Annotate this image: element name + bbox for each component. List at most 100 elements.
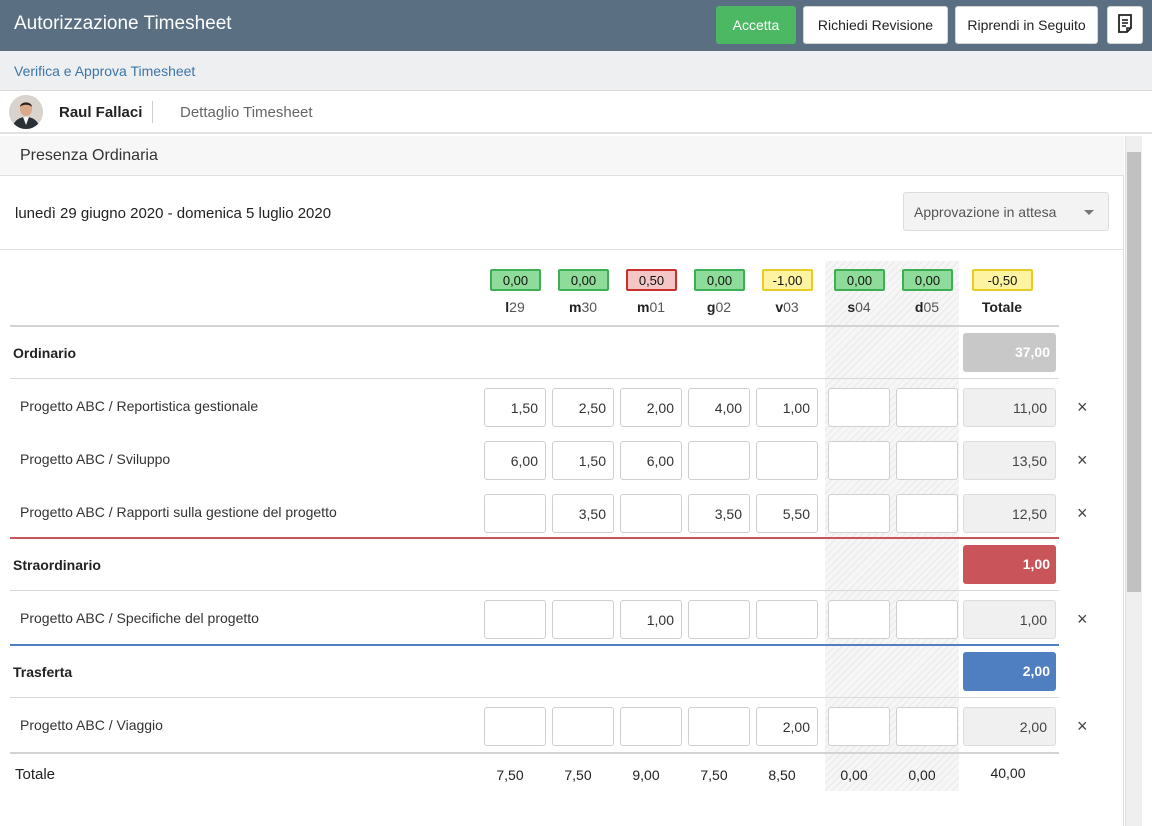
day-total: 9,00 xyxy=(632,767,660,783)
hours-input[interactable] xyxy=(688,441,750,480)
day-header: l29 xyxy=(485,299,545,315)
hours-input[interactable]: 1,50 xyxy=(552,441,614,480)
hours-input[interactable]: 6,00 xyxy=(620,441,682,480)
status-select-value: Approvazione in attesa xyxy=(914,204,1057,220)
category-divider xyxy=(10,537,1059,539)
category-total: 37,00 xyxy=(963,333,1056,372)
hours-input[interactable] xyxy=(688,707,750,746)
day-number: 29 xyxy=(509,299,525,315)
category-divider xyxy=(10,644,1059,646)
breadcrumb-link[interactable]: Verifica e Approva Timesheet xyxy=(14,63,195,79)
scrollbar-thumb[interactable] xyxy=(1127,152,1141,592)
hours-input[interactable] xyxy=(896,388,958,427)
grand-total: 40,00 xyxy=(990,765,1026,781)
hours-input[interactable] xyxy=(896,600,958,639)
hours-input[interactable] xyxy=(552,707,614,746)
hours-input[interactable] xyxy=(828,600,890,639)
hours-input[interactable]: 2,00 xyxy=(620,388,682,427)
resume-later-button[interactable]: Riprendi in Seguito xyxy=(955,6,1098,44)
day-number: 02 xyxy=(715,299,732,315)
row-total: 12,50 xyxy=(963,494,1056,533)
hours-input[interactable] xyxy=(828,707,890,746)
day-header: m30 xyxy=(553,299,613,315)
hours-input[interactable]: 3,50 xyxy=(688,494,750,533)
accept-button[interactable]: Accetta xyxy=(716,6,796,44)
hours-input[interactable] xyxy=(896,441,958,480)
tab-timesheet-detail[interactable]: Dettaglio Timesheet xyxy=(180,104,313,121)
delete-row-icon[interactable]: × xyxy=(1077,609,1088,630)
hours-input[interactable]: 1,00 xyxy=(620,600,682,639)
status-select[interactable]: Approvazione in attesa xyxy=(903,192,1109,231)
document-button[interactable] xyxy=(1107,6,1143,44)
category-total: 2,00 xyxy=(963,652,1056,691)
project-label: Progetto ABC / Rapporti sulla gestione d… xyxy=(20,504,337,520)
hours-input[interactable]: 2,00 xyxy=(756,707,818,746)
day-number: 30 xyxy=(581,299,598,315)
day-number: 01 xyxy=(649,299,666,315)
chevron-down-icon xyxy=(1084,210,1094,215)
request-review-button[interactable]: Richiedi Revisione xyxy=(803,6,948,44)
hours-input[interactable]: 4,00 xyxy=(688,388,750,427)
timesheet-panel: Presenza Ordinaria lunedì 29 giugno 2020… xyxy=(0,136,1124,826)
avatar xyxy=(9,95,43,129)
delete-row-icon[interactable]: × xyxy=(1077,716,1088,737)
day-balance-badge: 0,00 xyxy=(490,269,541,291)
hours-input[interactable] xyxy=(828,441,890,480)
day-number: 04 xyxy=(855,299,871,315)
hours-input[interactable]: 6,00 xyxy=(484,441,546,480)
hours-input[interactable] xyxy=(688,600,750,639)
footer-divider xyxy=(10,752,1059,754)
hours-input[interactable]: 1,00 xyxy=(756,388,818,427)
hours-input[interactable] xyxy=(484,600,546,639)
user-bar: Raul Fallaci Dettaglio Timesheet xyxy=(0,92,1152,134)
day-total: 8,50 xyxy=(768,767,796,783)
day-total: 7,50 xyxy=(700,767,728,783)
day-header: s04 xyxy=(829,299,889,315)
delete-row-icon[interactable]: × xyxy=(1077,503,1088,524)
day-balance-badge: 0,00 xyxy=(902,269,953,291)
project-label: Progetto ABC / Reportistica gestionale xyxy=(20,398,259,414)
hours-input[interactable] xyxy=(620,494,682,533)
row-total: 13,50 xyxy=(963,441,1056,480)
hours-input[interactable]: 1,50 xyxy=(484,388,546,427)
hours-input[interactable]: 2,50 xyxy=(552,388,614,427)
day-header: g02 xyxy=(689,299,749,315)
hours-input[interactable]: 5,50 xyxy=(756,494,818,533)
day-letter: v xyxy=(775,299,784,315)
day-total: 0,00 xyxy=(840,767,868,783)
hours-input[interactable] xyxy=(828,494,890,533)
day-letter: m xyxy=(636,299,650,315)
hours-input[interactable]: 3,50 xyxy=(552,494,614,533)
breadcrumb: Verifica e Approva Timesheet xyxy=(0,51,1152,91)
category-total: 1,00 xyxy=(963,545,1056,584)
day-total: 0,00 xyxy=(908,767,936,783)
delete-row-icon[interactable]: × xyxy=(1077,450,1088,471)
day-header: d05 xyxy=(897,299,957,315)
category-label: Ordinario xyxy=(13,345,77,361)
separator xyxy=(152,101,153,123)
day-letter: m xyxy=(568,299,582,315)
day-balance-badge: 0,00 xyxy=(834,269,885,291)
day-balance-badge: 0,00 xyxy=(558,269,609,291)
section-title: Presenza Ordinaria xyxy=(20,147,158,164)
document-icon xyxy=(1116,13,1134,37)
day-total: 7,50 xyxy=(564,767,592,783)
hours-input[interactable] xyxy=(484,707,546,746)
row-divider xyxy=(10,697,1059,698)
footer-total-label: Totale xyxy=(15,766,56,783)
hours-input[interactable] xyxy=(896,707,958,746)
hours-input[interactable] xyxy=(828,388,890,427)
row-total: 2,00 xyxy=(963,707,1056,746)
page-title: Autorizzazione Timesheet xyxy=(14,13,232,34)
hours-input[interactable] xyxy=(484,494,546,533)
row-divider xyxy=(10,590,1059,591)
row-divider xyxy=(10,378,1059,379)
hours-input[interactable] xyxy=(896,494,958,533)
total-column-header: Totale xyxy=(981,299,1023,315)
row-total: 11,00 xyxy=(963,388,1056,427)
delete-row-icon[interactable]: × xyxy=(1077,397,1088,418)
hours-input[interactable] xyxy=(756,441,818,480)
hours-input[interactable] xyxy=(552,600,614,639)
hours-input[interactable] xyxy=(756,600,818,639)
hours-input[interactable] xyxy=(620,707,682,746)
